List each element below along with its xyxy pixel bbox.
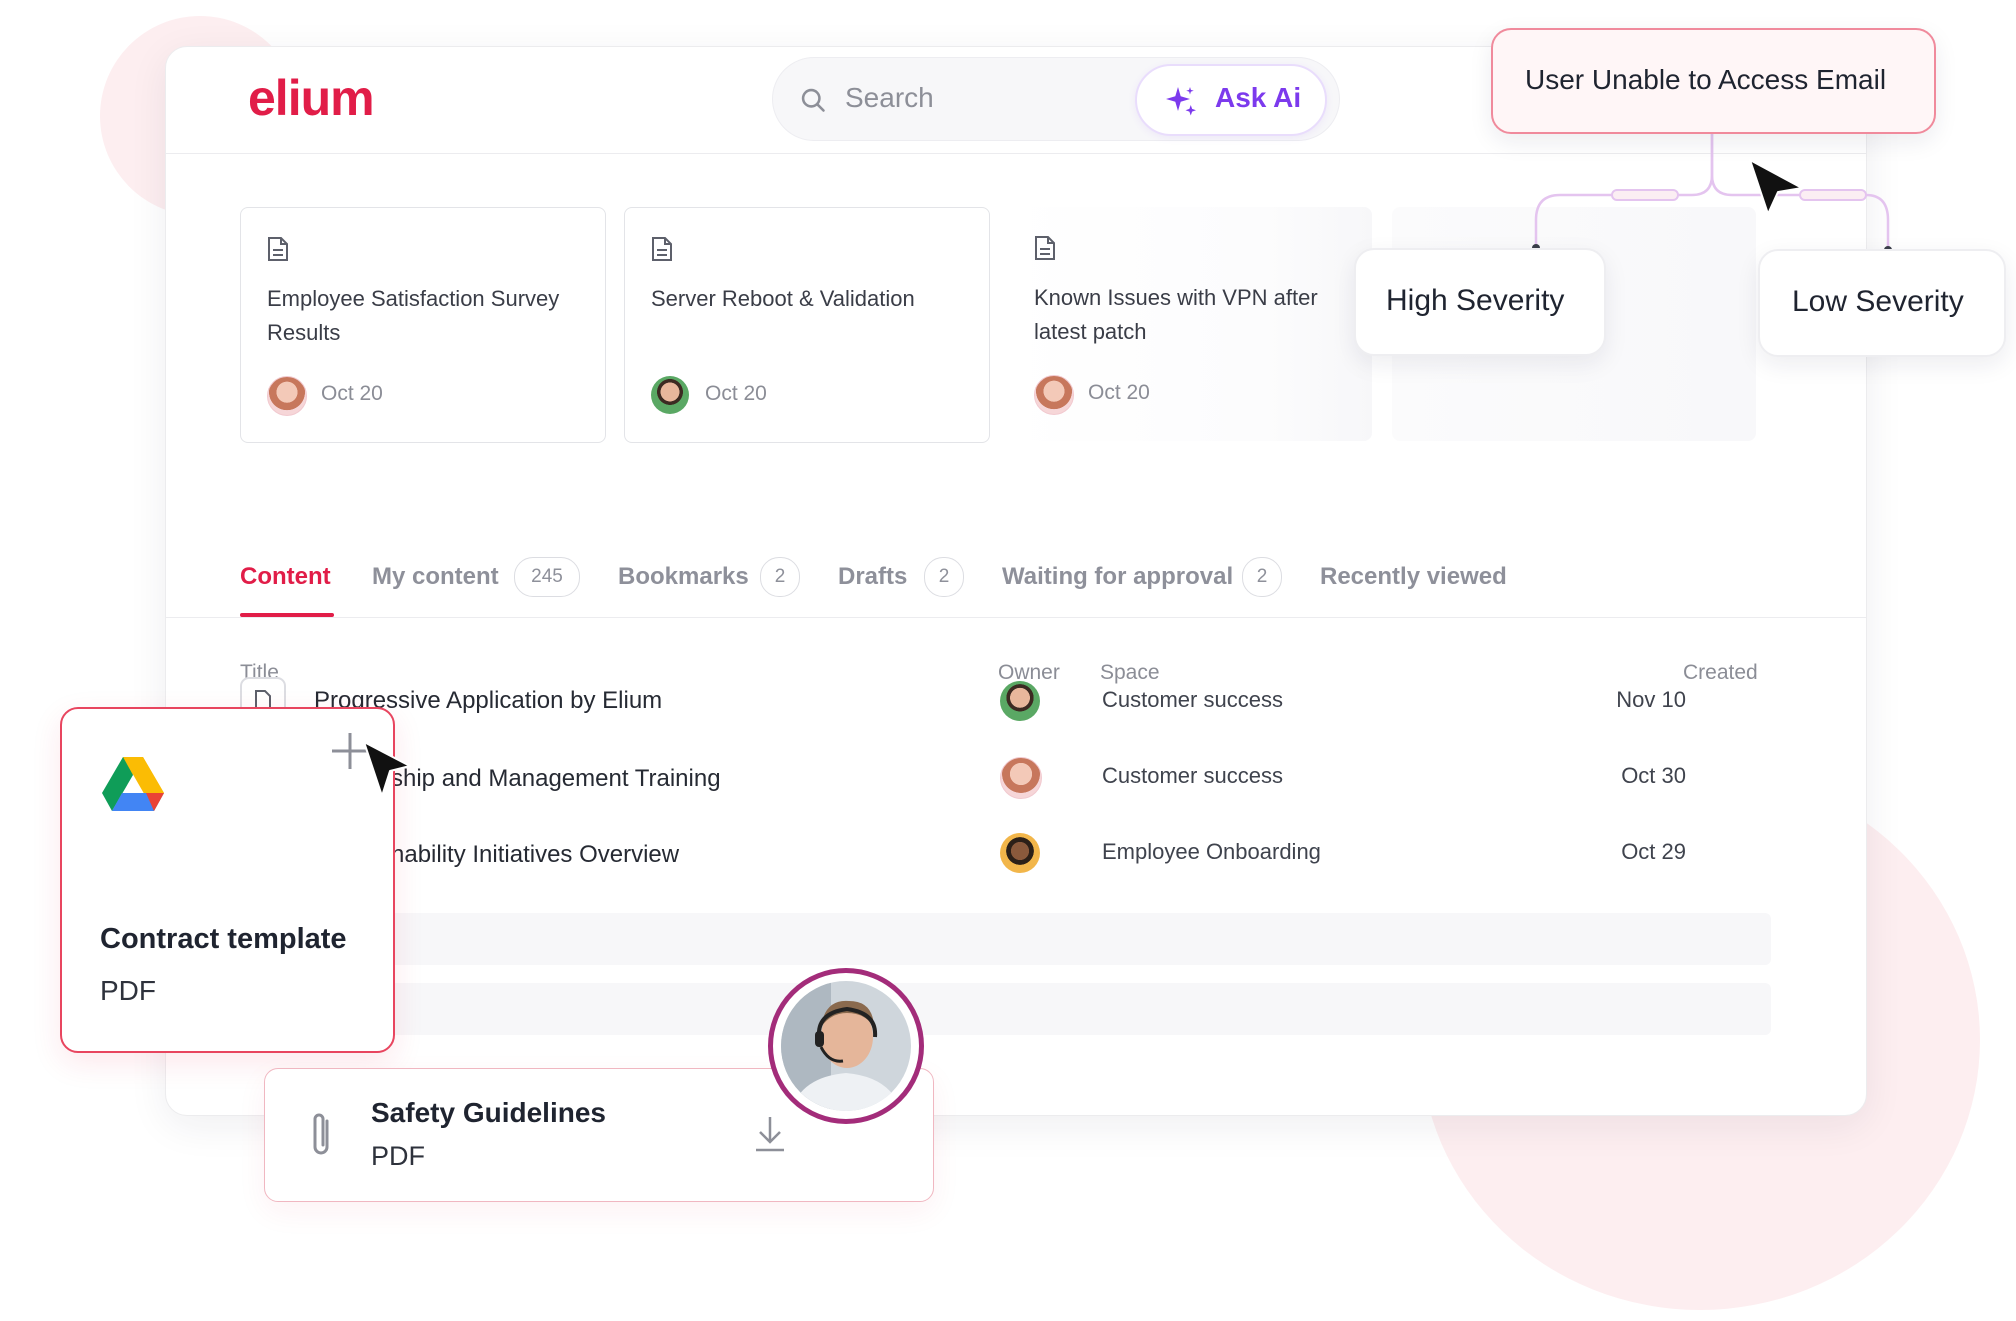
avatar (1000, 833, 1040, 873)
row-title[interactable]: ship and Management Training (391, 765, 721, 793)
skeleton-row (356, 913, 1771, 965)
tab-bookmarks[interactable]: Bookmarks (618, 563, 749, 591)
tab-count-badge: 245 (514, 557, 580, 597)
tab-recently-viewed[interactable]: Recently viewed (1320, 563, 1507, 591)
contract-template-card[interactable]: Contract template PDF (60, 707, 395, 1053)
row-space[interactable]: Customer success (1102, 687, 1283, 713)
row-created: Oct 29 (1621, 839, 1686, 864)
tab-my-content[interactable]: My content (372, 563, 499, 591)
flow-node-high-severity[interactable]: High Severity (1354, 248, 1606, 356)
avatar (781, 981, 911, 1111)
column-header-space[interactable]: Space (1100, 661, 1160, 685)
flow-node-low-severity[interactable]: Low Severity (1758, 249, 2006, 357)
tab-drafts[interactable]: Drafts (838, 563, 907, 591)
cursor-arrow-icon (363, 741, 411, 797)
row-created: Oct 30 (1621, 763, 1686, 788)
support-agent-avatar (768, 968, 924, 1124)
avatar (1000, 757, 1042, 799)
tab-count-badge: 2 (924, 557, 964, 597)
download-icon[interactable] (753, 1115, 787, 1153)
safety-card-type: PDF (371, 1141, 425, 1171)
flow-node-label: Low Severity (1792, 285, 1964, 318)
tab-content[interactable]: Content (240, 563, 331, 591)
row-created: Nov 10 (1616, 687, 1686, 712)
flow-node-label: High Severity (1386, 284, 1565, 317)
cursor-arrow-icon (1749, 159, 1803, 215)
paperclip-icon (313, 1113, 329, 1155)
tab-count-badge: 2 (760, 557, 800, 597)
content-tabs: Content My content 245 Bookmarks 2 Draft… (166, 507, 1866, 618)
column-header-created[interactable]: Created (1683, 661, 1758, 685)
skeleton-row (356, 983, 1771, 1035)
tab-count-badge: 2 (1242, 557, 1282, 597)
contract-card-type: PDF (100, 975, 156, 1006)
row-title[interactable]: nability Initiatives Overview (391, 841, 679, 869)
column-header-owner[interactable]: Owner (998, 661, 1060, 685)
active-tab-indicator (240, 613, 334, 617)
flow-node-root-label: User Unable to Access Email (1525, 64, 1887, 95)
contract-card-title: Contract template (100, 923, 347, 955)
tab-waiting-for-approval[interactable]: Waiting for approval (1002, 563, 1233, 591)
row-space[interactable]: Customer success (1102, 763, 1283, 789)
safety-card-title: Safety Guidelines (371, 1097, 606, 1128)
google-drive-icon (102, 757, 164, 811)
flow-node-root[interactable]: User Unable to Access Email (1491, 28, 1936, 134)
avatar (1000, 681, 1040, 721)
row-space[interactable]: Employee Onboarding (1102, 839, 1321, 865)
